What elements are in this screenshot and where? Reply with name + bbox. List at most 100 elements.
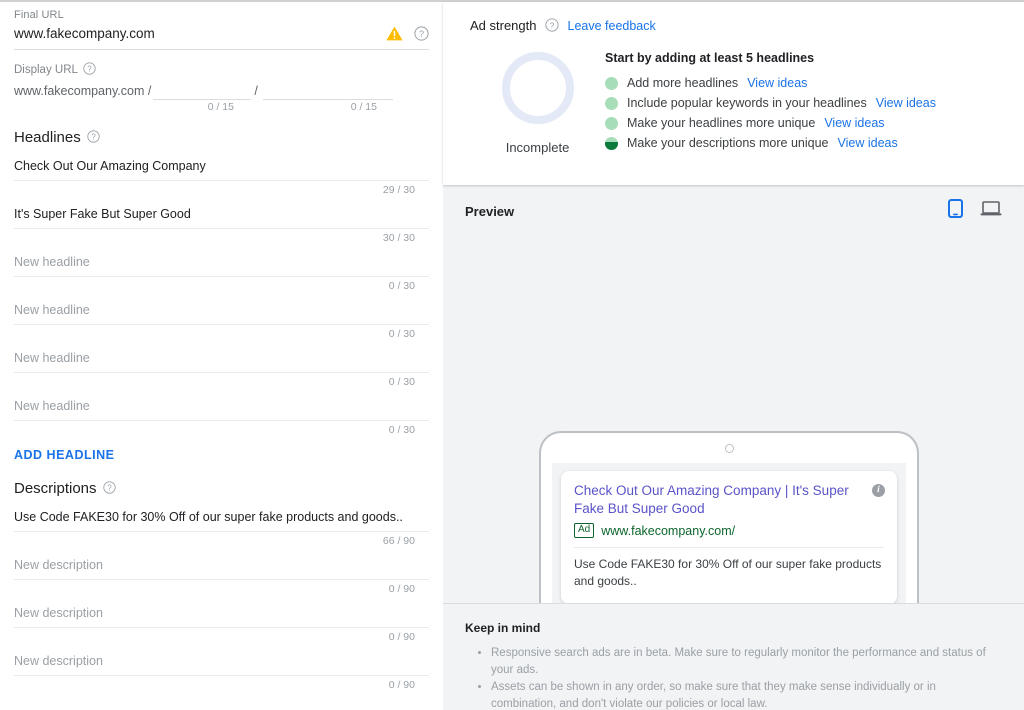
ad-preview-description: Use Code FAKE30 for 30% Off of our super…: [574, 557, 882, 588]
warning-triangle-icon[interactable]: [386, 26, 403, 41]
keep-in-mind-title: Keep in mind: [465, 621, 541, 635]
svg-text:?: ?: [419, 29, 424, 39]
headline-input-row[interactable]: New headline: [14, 340, 429, 373]
headline-input[interactable]: New headline: [14, 255, 429, 270]
description-input-row[interactable]: Use Code FAKE30 for 30% Off of our super…: [14, 499, 429, 532]
final-url-row: www.fakecompany.com ?: [14, 21, 429, 50]
headline-input[interactable]: New headline: [14, 303, 429, 318]
description-input[interactable]: New description: [14, 606, 429, 621]
headline-row: Check Out Our Amazing Company 29 / 30: [14, 148, 429, 196]
tip-status-dot-icon: [605, 116, 618, 130]
ad-strength-gauge: [501, 52, 574, 124]
right-column: Ad strength ? Leave feedback Incomplete …: [443, 0, 1024, 710]
headline-row: New headline 0 / 30: [14, 340, 429, 388]
desktop-laptop-icon[interactable]: [980, 200, 1002, 222]
headline-input[interactable]: New headline: [14, 351, 429, 366]
headline-counter: 29 / 30: [382, 184, 415, 196]
headline-counter: 0 / 30: [388, 280, 415, 292]
tip-item: Make your descriptions more unique View …: [605, 133, 1004, 153]
description-input[interactable]: Use Code FAKE30 for 30% Off of our super…: [14, 510, 429, 525]
description-counter: 0 / 90: [388, 631, 415, 643]
keep-in-mind-list: Responsive search ads are in beta. Make …: [465, 645, 1002, 710]
headline-counter: 0 / 30: [388, 424, 415, 436]
ad-preview-headline[interactable]: Check Out Our Amazing Company | It's Sup…: [574, 482, 884, 518]
description-input-row[interactable]: New description: [14, 595, 429, 628]
help-circle-icon[interactable]: ?: [87, 130, 102, 145]
info-circle-icon[interactable]: i: [872, 484, 885, 497]
headline-row: New headline 0 / 30: [14, 388, 429, 436]
list-item: Responsive search ads are in beta. Make …: [491, 645, 1002, 678]
ad-strength-title: Ad strength: [470, 18, 537, 33]
headline-counter: 30 / 30: [382, 232, 415, 244]
headlines-title-label: Headlines: [14, 129, 81, 146]
description-input-row[interactable]: New description: [14, 547, 429, 580]
headline-input-row[interactable]: New headline: [14, 244, 429, 277]
ad-strength-tips: Start by adding at least 5 headlines Add…: [605, 49, 1004, 155]
preview-section: Preview i Check Out Our Amazing Company …: [443, 185, 1024, 604]
ad-preview-url[interactable]: www.fakecompany.com/: [601, 524, 735, 538]
ad-strength-body: Incomplete Start by adding at least 5 he…: [470, 49, 1004, 155]
description-row: New description 0 / 90: [14, 595, 429, 643]
headline-input-row[interactable]: It's Super Fake But Super Good: [14, 196, 429, 229]
ad-strength-card: Ad strength ? Leave feedback Incomplete …: [443, 2, 1024, 185]
description-row: New description 0 / 90: [14, 643, 429, 691]
preview-header: Preview: [443, 185, 1024, 223]
headline-input[interactable]: New headline: [14, 399, 429, 414]
ad-card-divider: [574, 547, 884, 548]
view-ideas-link[interactable]: View ideas: [838, 133, 898, 153]
final-url-input[interactable]: www.fakecompany.com: [14, 26, 386, 41]
display-url-label: Display URL: [14, 63, 78, 76]
display-path1-counter: 0 / 15: [207, 101, 234, 113]
headline-row: New headline 0 / 30: [14, 292, 429, 340]
leave-feedback-link[interactable]: Leave feedback: [568, 19, 656, 33]
svg-text:?: ?: [549, 20, 554, 30]
tips-title: Start by adding at least 5 headlines: [605, 51, 815, 65]
view-ideas-link[interactable]: View ideas: [824, 113, 884, 133]
description-counter: 66 / 90: [382, 535, 415, 547]
svg-text:?: ?: [107, 484, 112, 493]
view-ideas-link[interactable]: View ideas: [747, 73, 807, 93]
description-input[interactable]: New description: [14, 654, 429, 669]
description-input[interactable]: New description: [14, 558, 429, 573]
ad-editor-screen: Final URL www.fakecompany.com ? Display …: [0, 0, 1024, 710]
headline-input-row[interactable]: New headline: [14, 292, 429, 325]
help-circle-icon[interactable]: ?: [544, 18, 560, 33]
headline-input-row[interactable]: Check Out Our Amazing Company: [14, 148, 429, 181]
description-counter: 0 / 90: [388, 583, 415, 595]
headline-counter: 0 / 30: [388, 376, 415, 388]
headline-input[interactable]: Check Out Our Amazing Company: [14, 159, 429, 174]
headline-input[interactable]: It's Super Fake But Super Good: [14, 207, 429, 222]
headlines-section-title: Headlines ?: [14, 129, 429, 146]
phone-screen: i Check Out Our Amazing Company | It's S…: [552, 463, 906, 603]
ad-strength-gauge-wrap: Incomplete: [470, 49, 605, 155]
display-url-base: www.fakecompany.com /: [14, 84, 152, 98]
help-circle-icon[interactable]: ?: [414, 26, 429, 41]
ad-preview-card: i Check Out Our Amazing Company | It's S…: [561, 471, 897, 603]
mobile-phone-icon[interactable]: [948, 199, 963, 223]
display-url-label-row: Display URL ?: [14, 62, 429, 77]
tip-label: Make your headlines more unique: [627, 116, 816, 130]
final-url-label: Final URL: [14, 9, 64, 21]
display-url-separator: /: [254, 84, 258, 98]
ad-preview-url-line: Ad www.fakecompany.com/: [574, 523, 884, 538]
help-circle-icon[interactable]: ?: [102, 481, 118, 496]
add-headline-button[interactable]: ADD HEADLINE: [14, 448, 114, 462]
ad-strength-status: Incomplete: [505, 140, 570, 155]
descriptions-section-title: Descriptions ?: [14, 480, 429, 497]
headline-input-row[interactable]: New headline: [14, 388, 429, 421]
tip-item: Include popular keywords in your headlin…: [605, 93, 1004, 113]
description-row: New description 0 / 90: [14, 547, 429, 595]
svg-text:?: ?: [87, 65, 92, 74]
display-path1-input[interactable]: [153, 81, 252, 100]
descriptions-title-label: Descriptions: [14, 480, 97, 497]
description-row: Use Code FAKE30 for 30% Off of our super…: [14, 499, 429, 547]
view-ideas-link[interactable]: View ideas: [876, 93, 936, 113]
display-path2-input[interactable]: [262, 81, 393, 100]
list-item: Assets can be shown in any order, so mak…: [491, 679, 1002, 710]
tip-label: Add more headlines: [627, 76, 739, 90]
ad-strength-header: Ad strength ? Leave feedback: [470, 18, 1004, 33]
tip-item: Add more headlines View ideas: [605, 73, 1004, 93]
description-input-row[interactable]: New description: [14, 643, 429, 676]
help-circle-icon[interactable]: ?: [83, 62, 98, 77]
display-url-row: www.fakecompany.com / /: [14, 81, 429, 100]
